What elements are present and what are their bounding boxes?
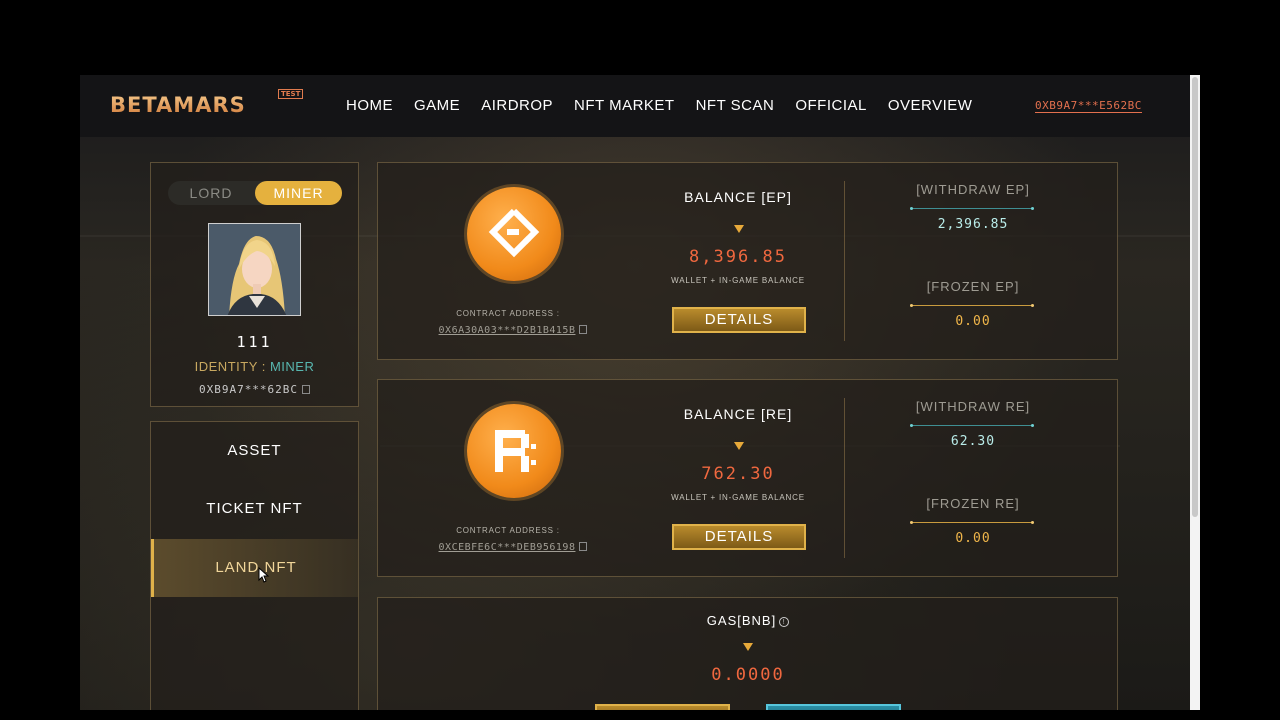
ep-contract-address[interactable]: 0X6A30A03***D2B1B415B (408, 325, 618, 336)
teal-rule (910, 424, 1034, 427)
ep-balance-subtitle: WALLET + IN-GAME BALANCE (671, 276, 805, 285)
side-item-ticket-nft[interactable]: TICKET NFT (151, 480, 358, 538)
copy-icon[interactable] (579, 325, 588, 334)
nav-home[interactable]: HOME (346, 97, 393, 114)
identity-value: MINER (269, 359, 315, 374)
gold-rule (910, 304, 1034, 307)
nav-game[interactable]: GAME (414, 97, 460, 114)
profile-card: LORD MINER 111 IDENTITY : MINER 0XB9A7**… (150, 162, 359, 407)
nav-nft-scan[interactable]: NFT SCAN (696, 97, 775, 114)
re-details-button[interactable]: DETAILS (672, 524, 806, 550)
re-withdraw-value: 62.30 (950, 434, 996, 449)
ep-balance-card: CONTRACT ADDRESS : 0X6A30A03***D2B1B415B… (377, 162, 1118, 360)
nav-airdrop[interactable]: AIRDROP (481, 97, 553, 114)
ep-withdraw-title: [WITHDRAW EP] (916, 182, 1030, 197)
side-menu: ASSET TICKET NFT LAND NFT (150, 421, 359, 710)
re-withdraw-title: [WITHDRAW RE] (915, 399, 1031, 414)
identity-label: IDENTITY : (194, 359, 270, 374)
copy-icon[interactable] (579, 542, 588, 551)
wallet-address-link[interactable]: 0XB9A7***E562BC (1035, 99, 1142, 113)
gas-title-text: GAS[BNB] (706, 613, 777, 628)
ep-contract-address-text: 0X6A30A03***D2B1B415B (438, 325, 576, 336)
copy-icon[interactable] (302, 385, 311, 394)
ep-withdraw-value: 2,396.85 (937, 217, 1009, 232)
ep-details-button[interactable]: DETAILS (672, 307, 806, 333)
ep-frozen-title: [FROZEN EP] (926, 279, 1020, 294)
username: 111 (236, 333, 273, 351)
arrow-down-icon (734, 225, 744, 233)
avatar (208, 223, 301, 316)
re-contract-address[interactable]: 0XCEBFE6C***DEB956198 (408, 542, 618, 553)
gold-rule (910, 521, 1034, 524)
gas-title: GAS[BNB]! (648, 613, 848, 628)
role-miner-option[interactable]: MINER (255, 181, 342, 205)
role-lord-option[interactable]: LORD (168, 181, 254, 205)
re-frozen-title: [FROZEN RE] (926, 496, 1020, 511)
nav-overview[interactable]: OVERVIEW (888, 97, 973, 114)
profile-address: 0XB9A7***62BC (151, 383, 358, 396)
contract-label: CONTRACT ADDRESS : (456, 309, 560, 318)
re-coin-icon (467, 404, 561, 498)
scrollbar-thumb[interactable] (1192, 77, 1198, 517)
role-toggle: LORD MINER (168, 181, 342, 205)
gas-action-button-gold[interactable] (595, 704, 730, 710)
main-nav: HOME GAME AIRDROP NFT MARKET NFT SCAN OF… (346, 97, 993, 114)
test-badge: TEST (278, 89, 304, 99)
profile-address-text: 0XB9A7***62BC (198, 383, 299, 396)
betamars-logo[interactable]: BETAMARS (110, 93, 246, 117)
mouse-cursor-icon (258, 567, 270, 583)
page-scrollbar[interactable] (1190, 75, 1200, 710)
arrow-down-icon (734, 442, 744, 450)
side-item-land-nft[interactable]: LAND NFT (151, 539, 358, 597)
identity-line: IDENTITY : MINER (151, 359, 358, 374)
ep-balance-value: 8,396.85 (689, 247, 787, 267)
re-frozen-value: 0.00 (955, 531, 991, 546)
contract-label: CONTRACT ADDRESS : (456, 526, 560, 535)
avatar-portrait (209, 224, 300, 315)
info-icon[interactable]: ! (779, 617, 790, 627)
vertical-divider (844, 181, 845, 341)
ep-coin-icon (467, 187, 561, 281)
top-header: BETAMARS TEST HOME GAME AIRDROP NFT MARK… (80, 75, 1190, 137)
re-balance-value: 762.30 (701, 464, 775, 484)
arrow-down-icon (743, 643, 753, 651)
nav-nft-market[interactable]: NFT MARKET (574, 97, 675, 114)
gas-value: 0.0000 (711, 665, 785, 685)
nav-official[interactable]: OFFICIAL (795, 97, 867, 114)
vertical-divider (844, 398, 845, 558)
re-balance-subtitle: WALLET + IN-GAME BALANCE (671, 493, 805, 502)
teal-rule (910, 207, 1034, 210)
side-item-asset[interactable]: ASSET (151, 422, 358, 480)
ep-balance-title: BALANCE [EP] (684, 189, 792, 205)
re-balance-card: CONTRACT ADDRESS : 0XCEBFE6C***DEB956198… (377, 379, 1118, 577)
gas-card: GAS[BNB]! 0.0000 (377, 597, 1118, 710)
re-balance-title: BALANCE [RE] (683, 406, 793, 422)
ep-frozen-value: 0.00 (955, 314, 991, 329)
app-viewport: BETAMARS TEST HOME GAME AIRDROP NFT MARK… (80, 75, 1190, 710)
gas-action-button-teal[interactable] (766, 704, 901, 710)
re-contract-address-text: 0XCEBFE6C***DEB956198 (438, 542, 576, 553)
